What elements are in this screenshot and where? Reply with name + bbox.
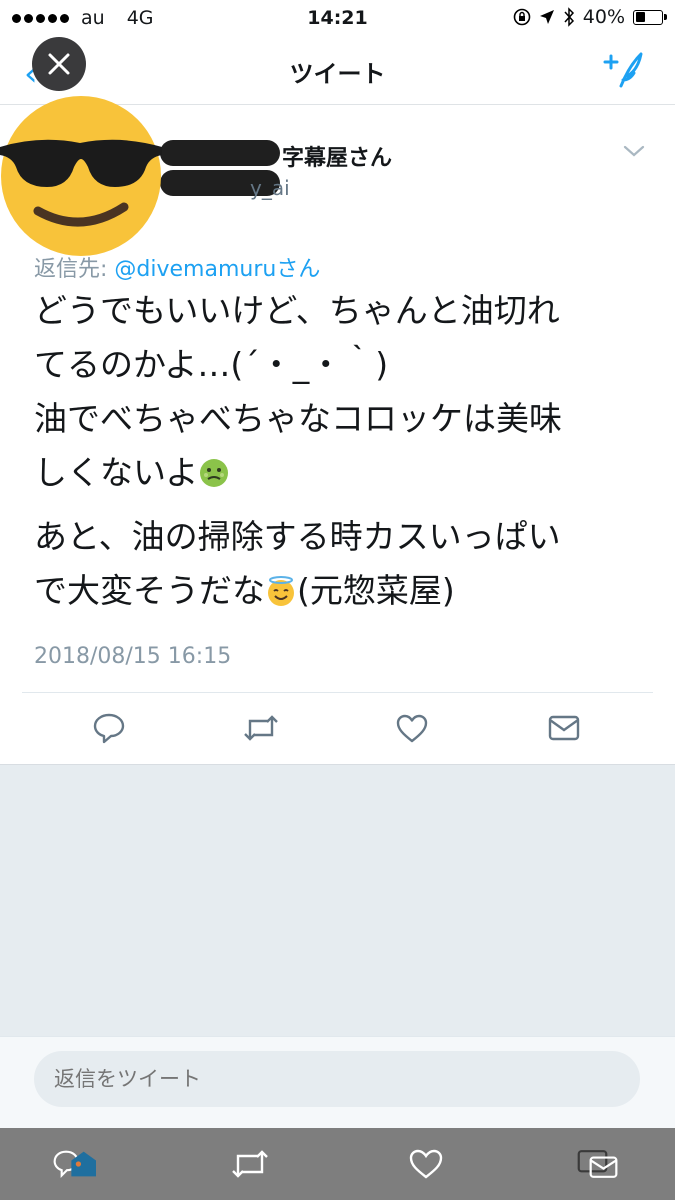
bottom-direct-message-button[interactable] [576, 1144, 620, 1184]
tweet-paragraph-2: あと、油の掃除する時カスいっぱい で大変そうだな (元惣菜屋) [34, 510, 654, 618]
reply-bar [0, 1036, 675, 1129]
reply-button[interactable] [89, 708, 129, 748]
reply-to-line: 返信先: @divemamuruさん [34, 251, 320, 283]
like-icon [409, 1149, 443, 1179]
tweet-timestamp: 2018/08/15 16:15 [34, 644, 232, 669]
tweet-line-tail: (元惣菜屋) [297, 571, 455, 610]
tweet-line: しくないよ [34, 453, 199, 492]
tweet-paragraph-1: どうでもいいけど、ちゃんと油切れ てるのかよ…(´・_・｀) 油でべちゃべちゃな… [34, 284, 654, 500]
empty-replies-area [0, 764, 675, 1037]
tweet-actions [0, 708, 675, 752]
direct-message-icon [548, 715, 580, 741]
reply-to-mention-link[interactable]: @divemamuruさん [114, 257, 320, 282]
bottom-like-button[interactable] [404, 1144, 448, 1184]
location-arrow-icon [539, 10, 554, 24]
status-bar: au 4G 14:21 40% [0, 0, 675, 36]
retweet-icon [232, 1150, 268, 1178]
chevron-down-icon[interactable] [622, 142, 646, 160]
reply-icon [53, 1150, 96, 1178]
like-button[interactable] [392, 708, 432, 748]
retweet-icon [244, 715, 278, 741]
tweet-line: で大変そうだな [34, 571, 265, 610]
page-title: ツイート [289, 60, 386, 88]
tweet-body: どうでもいいけど、ちゃんと油切れ てるのかよ…(´・_・｀) 油でべちゃべちゃな… [34, 284, 654, 618]
bluetooth-icon [564, 7, 574, 27]
compose-tweet-icon [603, 52, 643, 88]
battery-icon [633, 9, 667, 25]
sunglasses-emoji-avatar-icon[interactable] [0, 95, 162, 257]
display-name[interactable]: 字幕屋さん [282, 140, 392, 172]
battery-percent: 40% [582, 6, 625, 28]
user-handle[interactable]: y_ai [250, 176, 290, 200]
redaction-bar [160, 140, 280, 166]
tweet-line: 油でべちゃべちゃなコロッケは美味 [34, 399, 562, 438]
status-right: 40% [513, 6, 667, 28]
orientation-lock-icon [513, 8, 531, 26]
compose-tweet-button[interactable] [601, 50, 645, 94]
tweet-line: どうでもいいけど、ちゃんと油切れ [34, 291, 560, 330]
bottom-toolbar [0, 1128, 675, 1200]
reply-to-prefix: 返信先: [34, 257, 115, 282]
bottom-reply-button[interactable] [52, 1144, 96, 1184]
smiling-face-with-halo-emoji-icon [268, 576, 294, 606]
tweet-line: てるのかよ…(´・_・｀) [34, 345, 389, 384]
like-icon [396, 714, 428, 743]
reply-input[interactable] [34, 1051, 640, 1107]
direct-message-button[interactable] [544, 708, 584, 748]
tweet-line: あと、油の掃除する時カスいっぱい [34, 517, 561, 556]
nauseated-face-emoji-icon [200, 459, 229, 487]
reply-icon [93, 713, 125, 744]
retweet-button[interactable] [241, 708, 281, 748]
direct-message-icon [577, 1150, 618, 1178]
bottom-retweet-button[interactable] [228, 1144, 272, 1184]
divider [22, 692, 653, 693]
